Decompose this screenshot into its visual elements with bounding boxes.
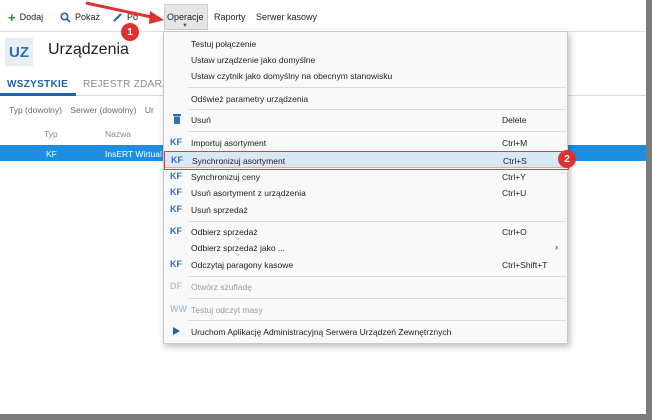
window-shadow-right [646,0,652,420]
trash-icon [173,114,181,124]
menu-separator [188,320,566,321]
menu-item-label: Odczytaj paragony kasowe [191,260,294,270]
add-button[interactable]: + Dodaj [8,10,43,24]
column-header-type[interactable]: Typ [44,129,58,139]
menu-item-label: Testuj odczyt masy [191,305,263,315]
menu-item-set-default-reader[interactable]: Ustaw czytnik jako domyślny na obecnym s… [164,67,567,84]
menu-item-shortcut: Ctrl+M [502,138,528,148]
menu-separator [188,131,566,132]
menu-item-refresh-parameters[interactable]: Odśwież parametry urządzenia [164,90,567,107]
chevron-right-icon: › [555,242,558,252]
menu-item-test-scale: WW Testuj odczyt masy [164,301,567,318]
menu-item-label: Uruchom Aplikację Administracyjną Serwer… [191,327,452,337]
operations-menu[interactable]: Operacje [167,10,204,24]
menu-item-label: Synchronizuj asortyment [192,156,286,166]
kf-icon: KF [171,155,183,165]
column-header-name[interactable]: Nazwa [105,129,131,139]
menu-separator [188,221,566,222]
menu-item-label: Otwórz szufladę [191,282,252,292]
menu-item-receive-sales[interactable]: KF Odbierz sprzedaż Ctrl+O [164,223,567,240]
chevron-down-icon: ▼ [182,23,188,29]
cash-server-menu-label: Serwer kasowy [256,12,318,22]
play-icon [173,327,180,335]
kf-icon: KF [170,171,182,181]
menu-item-shortcut: Ctrl+Y [502,172,526,182]
module-badge: UZ [5,38,33,66]
menu-item-sync-prices[interactable]: KF Synchronizuj ceny Ctrl+Y [164,168,567,185]
kf-icon: KF [170,259,182,269]
menu-item-label: Odbierz sprzedaż [191,227,258,237]
filter-device[interactable]: Ur [145,105,154,115]
kf-icon: KF [170,204,182,214]
menu-item-label: Synchronizuj ceny [191,172,260,182]
menu-separator [188,109,566,110]
filter-bar: Typ (dowolny) Serwer (dowolny) Ur [9,105,160,115]
kf-icon: KF [170,137,182,147]
page-title: Urządzenia [48,41,129,58]
menu-item-shortcut: Ctrl+O [502,227,527,237]
menu-item-label: Ustaw czytnik jako domyślny na obecnym s… [191,71,393,81]
annotation-badge-2: 2 [558,150,576,168]
menu-separator [188,276,566,277]
annotation-badge-1: 1 [121,23,139,41]
reports-menu[interactable]: Raporty [214,10,246,24]
window-shadow-bottom [0,414,652,420]
menu-item-set-default-device[interactable]: Ustaw urządzenie jako domyślne [164,51,567,68]
menu-item-remove-assortment[interactable]: KF Usuń asortyment z urządzenia Ctrl+U [164,184,567,201]
cell-name: InsERT Wirtual [105,149,162,159]
menu-item-launch-admin-app[interactable]: Uruchom Aplikację Administracyjną Serwer… [164,323,567,340]
active-tab-indicator [0,93,76,96]
operations-menu-label: Operacje [167,12,204,22]
menu-item-open-drawer: DF Otwórz szufladę [164,278,567,295]
menu-item-delete[interactable]: Usuń Delete [164,111,567,128]
application-window: + Dodaj Pokaż Po Operacje ▼ Raporty Serw… [0,0,652,420]
menu-item-label: Usuń [191,115,211,125]
menu-item-shortcut: Ctrl+S [503,156,527,166]
menu-item-label: Ustaw urządzenie jako domyślne [191,55,316,65]
filter-type[interactable]: Typ (dowolny) [9,105,62,115]
reports-menu-label: Raporty [214,12,246,22]
add-button-label: Dodaj [19,12,44,22]
menu-item-shortcut: Ctrl+Shift+T [502,260,548,270]
plus-icon: + [8,9,16,25]
menu-item-label: Testuj połączenie [191,39,257,49]
menu-item-receive-sales-as[interactable]: Odbierz sprzedaż jako ... › [164,239,567,256]
operations-dropdown: Testuj połączenie Ustaw urządzenie jako … [163,31,569,344]
menu-item-label: Odbierz sprzedaż jako ... [191,243,286,253]
filter-server[interactable]: Serwer (dowolny) [70,105,136,115]
menu-item-label: Usuń sprzedaż [191,205,248,215]
tab-all[interactable]: WSZYSTKIE [7,79,68,90]
search-icon [60,11,71,23]
menu-separator [188,87,566,88]
kf-icon: KF [170,187,182,197]
kf-icon: KF [170,226,182,236]
menu-item-shortcut: Delete [502,115,527,125]
menu-item-label: Odśwież parametry urządzenia [191,94,309,104]
cash-server-menu[interactable]: Serwer kasowy [256,10,317,24]
ww-icon: WW [170,304,187,314]
menu-item-label: Importuj asortyment [191,138,267,148]
df-icon: DF [170,281,182,291]
menu-item-test-connection[interactable]: Testuj połączenie [164,35,567,52]
menu-item-label: Usuń asortyment z urządzenia [191,188,306,198]
menu-separator [188,298,566,299]
cell-type: KF [46,149,57,159]
menu-item-remove-sales[interactable]: KF Usuń sprzedaż [164,201,567,218]
menu-item-sync-assortment[interactable]: KF Synchronizuj asortyment Ctrl+S [164,151,569,170]
menu-item-import-assortment[interactable]: KF Importuj asortyment Ctrl+M [164,134,567,151]
menu-item-read-receipts[interactable]: KF Odczytaj paragony kasowe Ctrl+Shift+T [164,256,567,273]
menu-item-shortcut: Ctrl+U [502,188,527,198]
